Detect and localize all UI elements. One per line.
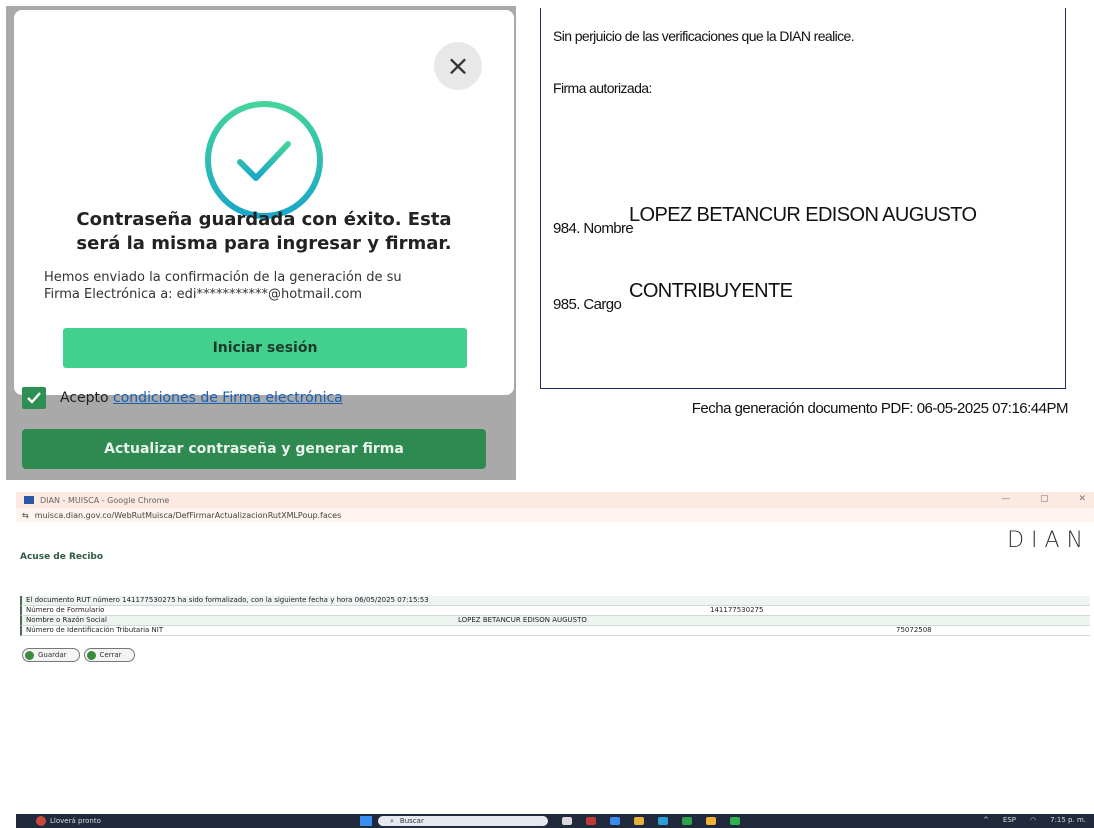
weather-widget[interactable]: Lloverá pronto bbox=[36, 816, 101, 826]
rut-pdf-fragment: Sin perjuicio de las verificaciones que … bbox=[538, 0, 1094, 470]
success-check-icon bbox=[205, 101, 323, 219]
system-tray: ^ ESP ◠ 7:15 p. m. bbox=[983, 816, 1086, 824]
restore-icon[interactable]: ▢ bbox=[1040, 494, 1049, 504]
table-row: El documento RUT número 141177530275 ha … bbox=[20, 596, 1090, 606]
clock[interactable]: 7:15 p. m. bbox=[1050, 816, 1086, 824]
address-bar[interactable]: ⇆ muisca.dian.gov.co/WebRutMuisca/DefFir… bbox=[16, 508, 1094, 522]
table-row: Número de Formulario 141177530275 bbox=[20, 606, 1090, 616]
name-field-label: 984. Nombre bbox=[553, 220, 634, 237]
login-button[interactable]: Iniciar sesión bbox=[63, 328, 467, 368]
whatsapp-icon[interactable] bbox=[730, 817, 740, 825]
verification-note: Sin perjuicio de las verificaciones que … bbox=[553, 28, 855, 44]
window-controls: — ▢ ✕ bbox=[1001, 494, 1086, 504]
confirmation-message: Hemos enviado la confirmación de la gene… bbox=[44, 270, 402, 302]
name-field-value: LOPEZ BETANCUR EDISON AUGUSTO bbox=[629, 204, 977, 226]
window-titlebar: DIAN - MUISCA - Google Chrome — ▢ ✕ bbox=[16, 492, 1094, 508]
task-view-icon[interactable] bbox=[562, 817, 572, 825]
minimize-icon[interactable]: — bbox=[1001, 494, 1010, 504]
modal-title: Contraseña guardada con éxito. Esta será… bbox=[76, 209, 452, 254]
mail-icon[interactable] bbox=[610, 817, 620, 825]
app-icon-red[interactable] bbox=[586, 817, 596, 825]
close-icon: × bbox=[446, 49, 470, 82]
close-button[interactable]: × bbox=[434, 42, 482, 90]
authorized-signature-label: Firma autorizada: bbox=[553, 80, 652, 96]
pinned-apps bbox=[562, 817, 740, 825]
success-modal: × Contraseña guardada con éxito. Esta se… bbox=[14, 10, 514, 395]
save-icon bbox=[25, 650, 34, 660]
page-title: Acuse de Recibo bbox=[20, 552, 104, 562]
dian-browser-screenshot: DIAN - MUISCA - Google Chrome — ▢ ✕ ⇆ mu… bbox=[16, 492, 1094, 828]
chrome-icon[interactable] bbox=[706, 817, 716, 825]
close-window-icon[interactable]: ✕ bbox=[1078, 494, 1086, 504]
edge-icon[interactable] bbox=[658, 817, 668, 825]
cargo-field-label: 985. Cargo bbox=[553, 296, 622, 313]
cargo-field-value: CONTRIBUYENTE bbox=[629, 280, 793, 302]
accept-terms-row: Acepto condiciones de Firma electrónica bbox=[22, 386, 343, 410]
search-icon: ⌕ bbox=[390, 816, 394, 825]
dian-logo: DIAN bbox=[1007, 528, 1090, 553]
taskbar-search[interactable]: ⌕ Buscar bbox=[378, 816, 548, 826]
spotify-icon[interactable] bbox=[682, 817, 692, 825]
language-indicator[interactable]: ESP bbox=[1003, 816, 1016, 824]
weather-icon bbox=[36, 816, 46, 826]
url-text: muisca.dian.gov.co/WebRutMuisca/DefFirma… bbox=[34, 510, 342, 520]
windows-start-icon[interactable] bbox=[360, 816, 372, 826]
signature-box: Sin perjuicio de las verificaciones que … bbox=[540, 8, 1066, 389]
save-button[interactable]: Guardar bbox=[22, 648, 80, 662]
site-info-icon[interactable]: ⇆ bbox=[22, 511, 29, 520]
terms-link[interactable]: condiciones de Firma electrónica bbox=[113, 390, 343, 406]
table-row: Número de Identificación Tributaria NIT … bbox=[20, 626, 1090, 636]
accept-checkbox[interactable] bbox=[22, 387, 46, 409]
tray-chevron-icon[interactable]: ^ bbox=[983, 816, 989, 824]
window-title: DIAN - MUISCA - Google Chrome bbox=[40, 495, 170, 505]
update-password-button[interactable]: Actualizar contraseña y generar firma bbox=[22, 429, 486, 469]
app-icon bbox=[24, 496, 34, 504]
close-circle-icon bbox=[86, 650, 96, 660]
folder-icon[interactable] bbox=[634, 817, 644, 825]
password-success-screenshot: × Contraseña guardada con éxito. Esta se… bbox=[6, 6, 516, 480]
receipt-table: El documento RUT número 141177530275 ha … bbox=[20, 596, 1090, 636]
action-buttons: Guardar Cerrar bbox=[22, 648, 135, 662]
windows-taskbar: Lloverá pronto ⌕ Buscar ^ ESP ◠ 7:15 p. … bbox=[16, 814, 1094, 828]
checkmark-icon bbox=[27, 392, 41, 404]
table-row: Nombre o Razón Social LOPEZ BETANCUR EDI… bbox=[20, 616, 1090, 626]
wifi-icon[interactable]: ◠ bbox=[1030, 816, 1036, 824]
close-button[interactable]: Cerrar bbox=[83, 648, 135, 662]
pdf-generation-date: Fecha generación documento PDF: 06-05-20… bbox=[691, 400, 1069, 417]
